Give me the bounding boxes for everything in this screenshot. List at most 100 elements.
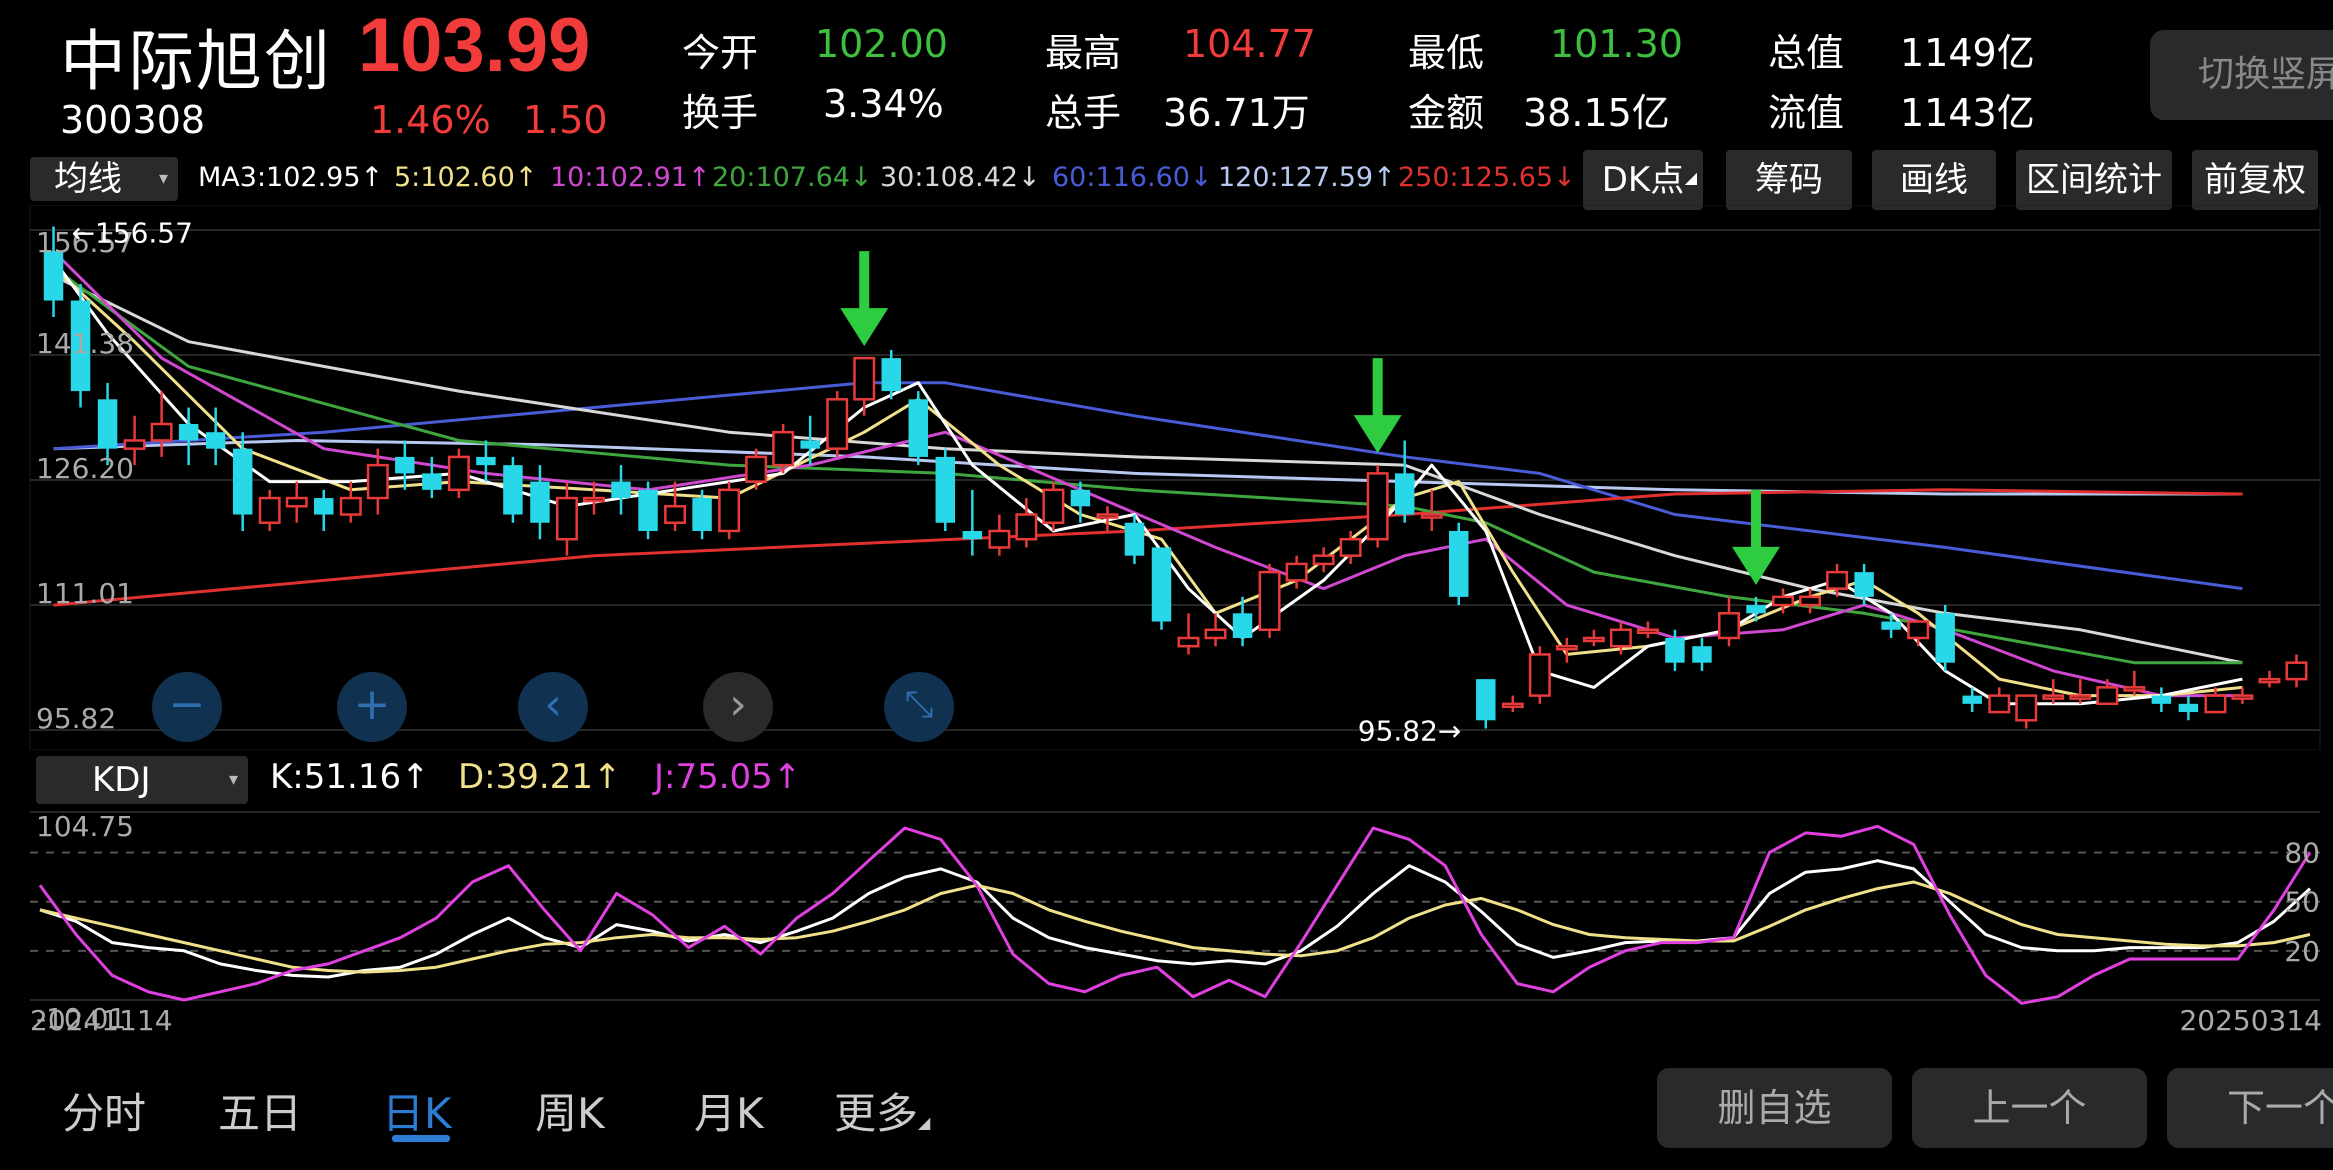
candle-body [638, 489, 658, 531]
candle-body [1935, 613, 1955, 663]
tab-monthly-k[interactable]: 月K [694, 1080, 764, 1141]
candle [2151, 687, 2172, 713]
candle-body [285, 496, 308, 508]
zoom-in-button[interactable]: + [337, 672, 407, 742]
candle [2069, 679, 2092, 704]
candle-body [1339, 537, 1362, 557]
candle-body [1394, 473, 1415, 515]
ma-line-ma250 [53, 488, 2243, 607]
candle-body [1746, 605, 1766, 614]
collapse-icon[interactable]: ⤡ [884, 672, 954, 742]
candle-body [1042, 488, 1065, 525]
candle [447, 448, 470, 499]
candle-body [1177, 636, 1200, 648]
tab-five-day[interactable]: 五日 [218, 1080, 302, 1141]
candle-body [503, 465, 523, 515]
candle-body [800, 440, 820, 449]
stat-label-total-value: 总值 [1768, 31, 1845, 75]
stat-value-turnover: 3.34% [823, 82, 944, 126]
ma60-value: 60:116.60↓ [1052, 162, 1213, 193]
scroll-left-button[interactable]: ‹ [518, 672, 588, 742]
candle-body [745, 455, 768, 483]
active-tab-underline [392, 1135, 450, 1142]
stock-code: 300308 [60, 98, 206, 142]
candle [1177, 613, 1200, 655]
candle [1907, 620, 1930, 647]
candle-body [1070, 489, 1091, 507]
candle-body [258, 496, 281, 525]
candle [1935, 605, 1955, 671]
candle-body [1555, 644, 1578, 651]
ma-selector[interactable]: 均线 ▾ [30, 157, 178, 201]
corner-triangle-icon: ◢ [1684, 168, 1697, 187]
candle-body [853, 356, 876, 401]
next-button[interactable]: 下一个 [2167, 1068, 2333, 1148]
tab-more[interactable]: 更多◢ [834, 1080, 930, 1141]
stat-label-low: 最低 [1408, 31, 1485, 75]
candle-body [1636, 628, 1659, 635]
tab-daily-k[interactable]: 日K [382, 1080, 452, 1141]
candle-body [664, 505, 687, 525]
candle [2178, 695, 2199, 721]
candle [1799, 588, 1822, 614]
candle [908, 391, 929, 466]
ma-selector-label: 均线 [54, 159, 122, 199]
dk-point-button[interactable]: DK点 ◢ [1583, 150, 1703, 210]
candle-body [447, 455, 470, 492]
candlestick-chart[interactable]: 156.57141.38126.20111.0195.82←156.5795.8… [0, 205, 2333, 750]
candle-body [692, 498, 712, 531]
candle-body [422, 473, 442, 490]
candle-body [881, 358, 901, 392]
candle [1015, 498, 1038, 548]
arrow-head [1353, 415, 1402, 454]
stat-label-open: 今开 [682, 31, 759, 75]
tab-intraday[interactable]: 分时 [62, 1080, 146, 1141]
corner-triangle-icon: ◢ [918, 1113, 931, 1132]
kdj-k-value: K:51.16↑ [270, 757, 430, 797]
high-annotation: ←156.57 [72, 216, 193, 249]
candle-body [123, 439, 146, 450]
candle [232, 432, 253, 531]
zoom-out-button[interactable]: − [152, 672, 222, 742]
candle [962, 489, 983, 556]
candle-body [2123, 686, 2146, 692]
indicator-selector[interactable]: KDJ ▾ [36, 756, 248, 804]
candle-body [2204, 694, 2227, 714]
stat-value-float-value: 1143亿 [1900, 91, 2035, 135]
tab-weekly-k[interactable]: 周K [535, 1080, 605, 1141]
candle [988, 514, 1011, 556]
ma30-value: 30:108.42↓ [880, 162, 1041, 193]
candle [935, 448, 956, 531]
range-stats-button[interactable]: 区间统计 [2016, 150, 2172, 210]
candle [745, 448, 768, 490]
draw-line-button[interactable]: 画线 [1872, 150, 1996, 210]
candle-body [583, 496, 605, 503]
candle [503, 456, 523, 523]
candle-body [1799, 595, 1822, 607]
chip-distribution-button[interactable]: 筹码 [1726, 150, 1852, 210]
candle-body [232, 448, 253, 515]
candle-body [1826, 570, 1849, 590]
candle-body [2285, 661, 2308, 681]
forward-adjust-button[interactable]: 前复权 [2192, 150, 2318, 210]
candle-body [1692, 646, 1712, 663]
previous-button[interactable]: 上一个 [1912, 1068, 2147, 1148]
candle [1449, 522, 1469, 606]
candle [2231, 687, 2254, 704]
candle-body [366, 463, 389, 500]
kdj-chart[interactable]: 805020104.75-10.0120241114 20250314 [0, 800, 2333, 1050]
candle [258, 489, 281, 531]
stock-price: 103.99 [358, 3, 591, 88]
candle-body [1501, 702, 1524, 709]
candle-body [962, 530, 983, 540]
arrow-shaft [859, 251, 870, 317]
candle-body [1772, 595, 1795, 607]
stat-value-high: 104.77 [1183, 22, 1316, 66]
candle-body [395, 456, 415, 474]
switch-portrait-button[interactable]: 切换竖屏 [2150, 30, 2333, 120]
remove-watchlist-button[interactable]: 删自选 [1657, 1068, 1892, 1148]
chevron-down-icon: ▾ [228, 769, 238, 790]
scroll-right-button[interactable]: › [703, 672, 773, 742]
price-tick-label: 111.01 [36, 577, 134, 610]
candle-body [97, 399, 118, 449]
